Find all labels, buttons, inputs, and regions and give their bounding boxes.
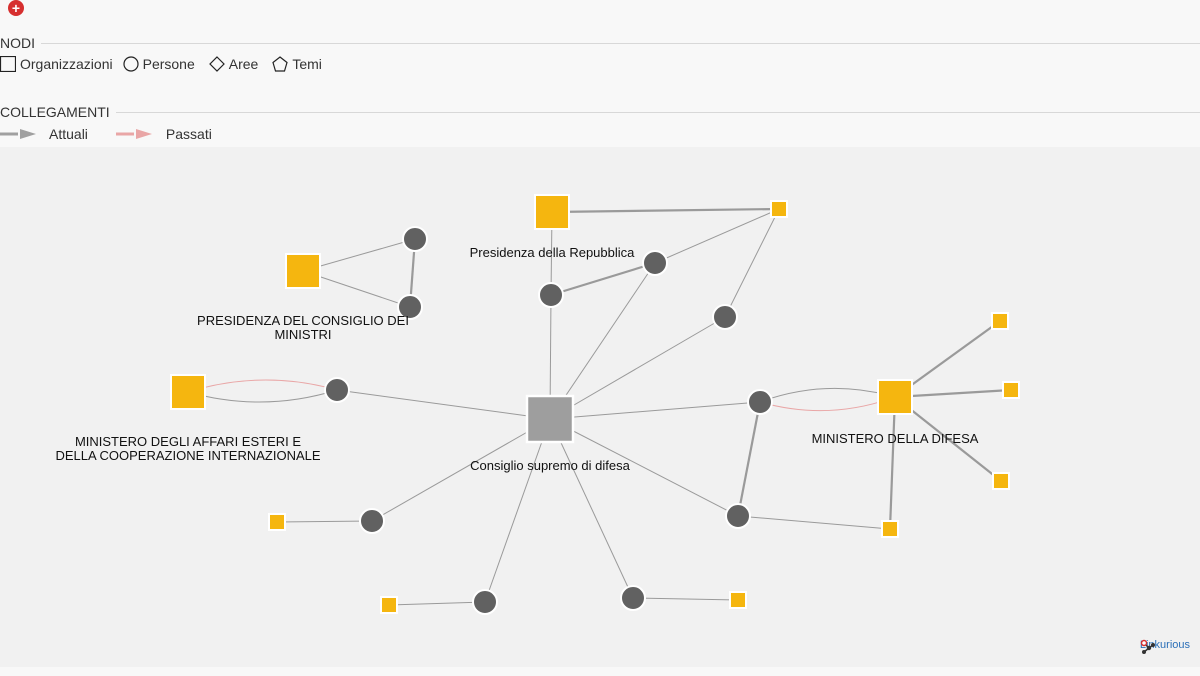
current-edge-person-10-org-g[interactable]: [388, 601, 486, 606]
node-org-f[interactable]: [268, 513, 286, 531]
past-link-icon: [115, 129, 152, 139]
node-person-5[interactable]: [324, 377, 350, 403]
current-edge-center-person-7[interactable]: [549, 401, 761, 420]
linkurious-logo-icon: [1140, 639, 1155, 654]
past-edge-person-7-ministero-difesa[interactable]: [759, 396, 896, 412]
node-org-g[interactable]: [380, 596, 398, 614]
graph-canvas[interactable]: Consiglio supremo di difesa Presidenza de…: [0, 147, 1200, 667]
current-edge-ministero-difesa-org-e[interactable]: [888, 396, 897, 530]
current-edge-person-7-person-8[interactable]: [736, 401, 762, 517]
labels-layer: Consiglio supremo di difesa Presidenza de…: [55, 245, 978, 473]
node-person-3[interactable]: [642, 250, 668, 276]
node-center[interactable]: [525, 394, 575, 444]
expand-legend-button[interactable]: +: [8, 0, 24, 16]
node-org-e[interactable]: [881, 520, 899, 538]
nodes-section-title: NODI: [0, 35, 41, 51]
node-label-ministero-esteri: MINISTERO DEGLI AFFARI ESTERI E DELLA COO…: [55, 434, 320, 463]
current-edge-person-3-org-a[interactable]: [654, 208, 780, 264]
current-edge-person-9-org-f[interactable]: [276, 520, 373, 523]
legend-label: Organizzazioni: [20, 56, 113, 72]
legend-label: Temi: [292, 56, 322, 72]
square-icon: [0, 56, 16, 72]
node-presidenza-repubblica[interactable]: [534, 194, 570, 230]
legend-item-attuali[interactable]: Attuali: [0, 126, 88, 142]
node-org-h[interactable]: [729, 591, 747, 609]
current-edge-person-4-person-3[interactable]: [550, 261, 656, 297]
current-edge-person-6-org-a[interactable]: [724, 208, 780, 318]
current-link-icon: [0, 129, 36, 139]
node-label-presidenza-repubblica: Presidenza della Repubblica: [470, 245, 636, 260]
legend-label: Attuali: [49, 126, 88, 142]
node-person-6[interactable]: [712, 304, 738, 330]
node-person-4[interactable]: [538, 282, 564, 308]
legend-item-aree[interactable]: Aree: [208, 56, 259, 72]
legend-item-persone[interactable]: Persone: [123, 56, 195, 72]
linkurious-brand[interactable]: Linkurious: [1140, 639, 1190, 654]
network-graph[interactable]: Consiglio supremo di difesa Presidenza de…: [0, 147, 1200, 667]
current-edge-center-person-6[interactable]: [549, 316, 726, 420]
node-person-10[interactable]: [472, 589, 498, 615]
current-edge-person-11-org-h[interactable]: [632, 597, 739, 601]
circle-icon: [123, 56, 139, 72]
node-label-center: Consiglio supremo di difesa: [470, 458, 630, 473]
current-edge-center-person-5[interactable]: [336, 389, 551, 420]
legend-label: Passati: [165, 126, 212, 142]
legend-item-temi[interactable]: Temi: [272, 56, 322, 72]
links-legend: Attuali Passati: [0, 126, 212, 142]
current-edge-center-person-10[interactable]: [484, 418, 551, 603]
node-label-ministero-difesa: MINISTERO DELLA DIFESA: [812, 431, 979, 446]
nodes-legend: Organizzazioni Persone Aree Temi: [0, 56, 322, 72]
node-person-11[interactable]: [620, 585, 646, 611]
node-label-presidenza-consiglio: PRESIDENZA DEL CONSIGLIO DEI MINISTRI: [197, 313, 409, 342]
node-org-a[interactable]: [770, 200, 788, 218]
node-person-8[interactable]: [725, 503, 751, 529]
current-edge-ministero-esteri-person-5[interactable]: [187, 389, 338, 403]
past-edge-ministero-esteri-person-5[interactable]: [187, 379, 338, 393]
node-ministero-difesa[interactable]: [877, 379, 913, 415]
current-edge-center-person-11[interactable]: [549, 418, 634, 599]
links-section-title: COLLEGAMENTI: [0, 104, 116, 120]
legend-item-passati[interactable]: Passati: [115, 126, 212, 142]
legend-label: Aree: [228, 56, 259, 72]
current-edge-person-7-ministero-difesa[interactable]: [759, 387, 896, 403]
links-section-rule: [0, 112, 1200, 113]
diamond-icon: [208, 56, 225, 72]
node-person-7[interactable]: [747, 389, 773, 415]
legend-item-organizzazioni[interactable]: Organizzazioni: [0, 56, 113, 72]
current-edge-presidenza-repubblica-org-a[interactable]: [551, 207, 780, 214]
current-edge-person-8-org-e[interactable]: [737, 515, 891, 530]
toolbar: + NODI Organizzazioni Persone Aree Temi …: [0, 0, 1200, 147]
pentagon-icon: [272, 56, 289, 72]
node-org-b[interactable]: [991, 312, 1009, 330]
legend-label: Persone: [142, 56, 195, 72]
node-ministero-esteri[interactable]: [170, 374, 206, 410]
nodes-section-rule: [0, 43, 1200, 44]
node-presidenza-consiglio[interactable]: [285, 253, 321, 289]
node-person-1[interactable]: [402, 226, 428, 252]
node-org-c[interactable]: [1002, 381, 1020, 399]
node-person-9[interactable]: [359, 508, 385, 534]
node-org-d[interactable]: [992, 472, 1010, 490]
